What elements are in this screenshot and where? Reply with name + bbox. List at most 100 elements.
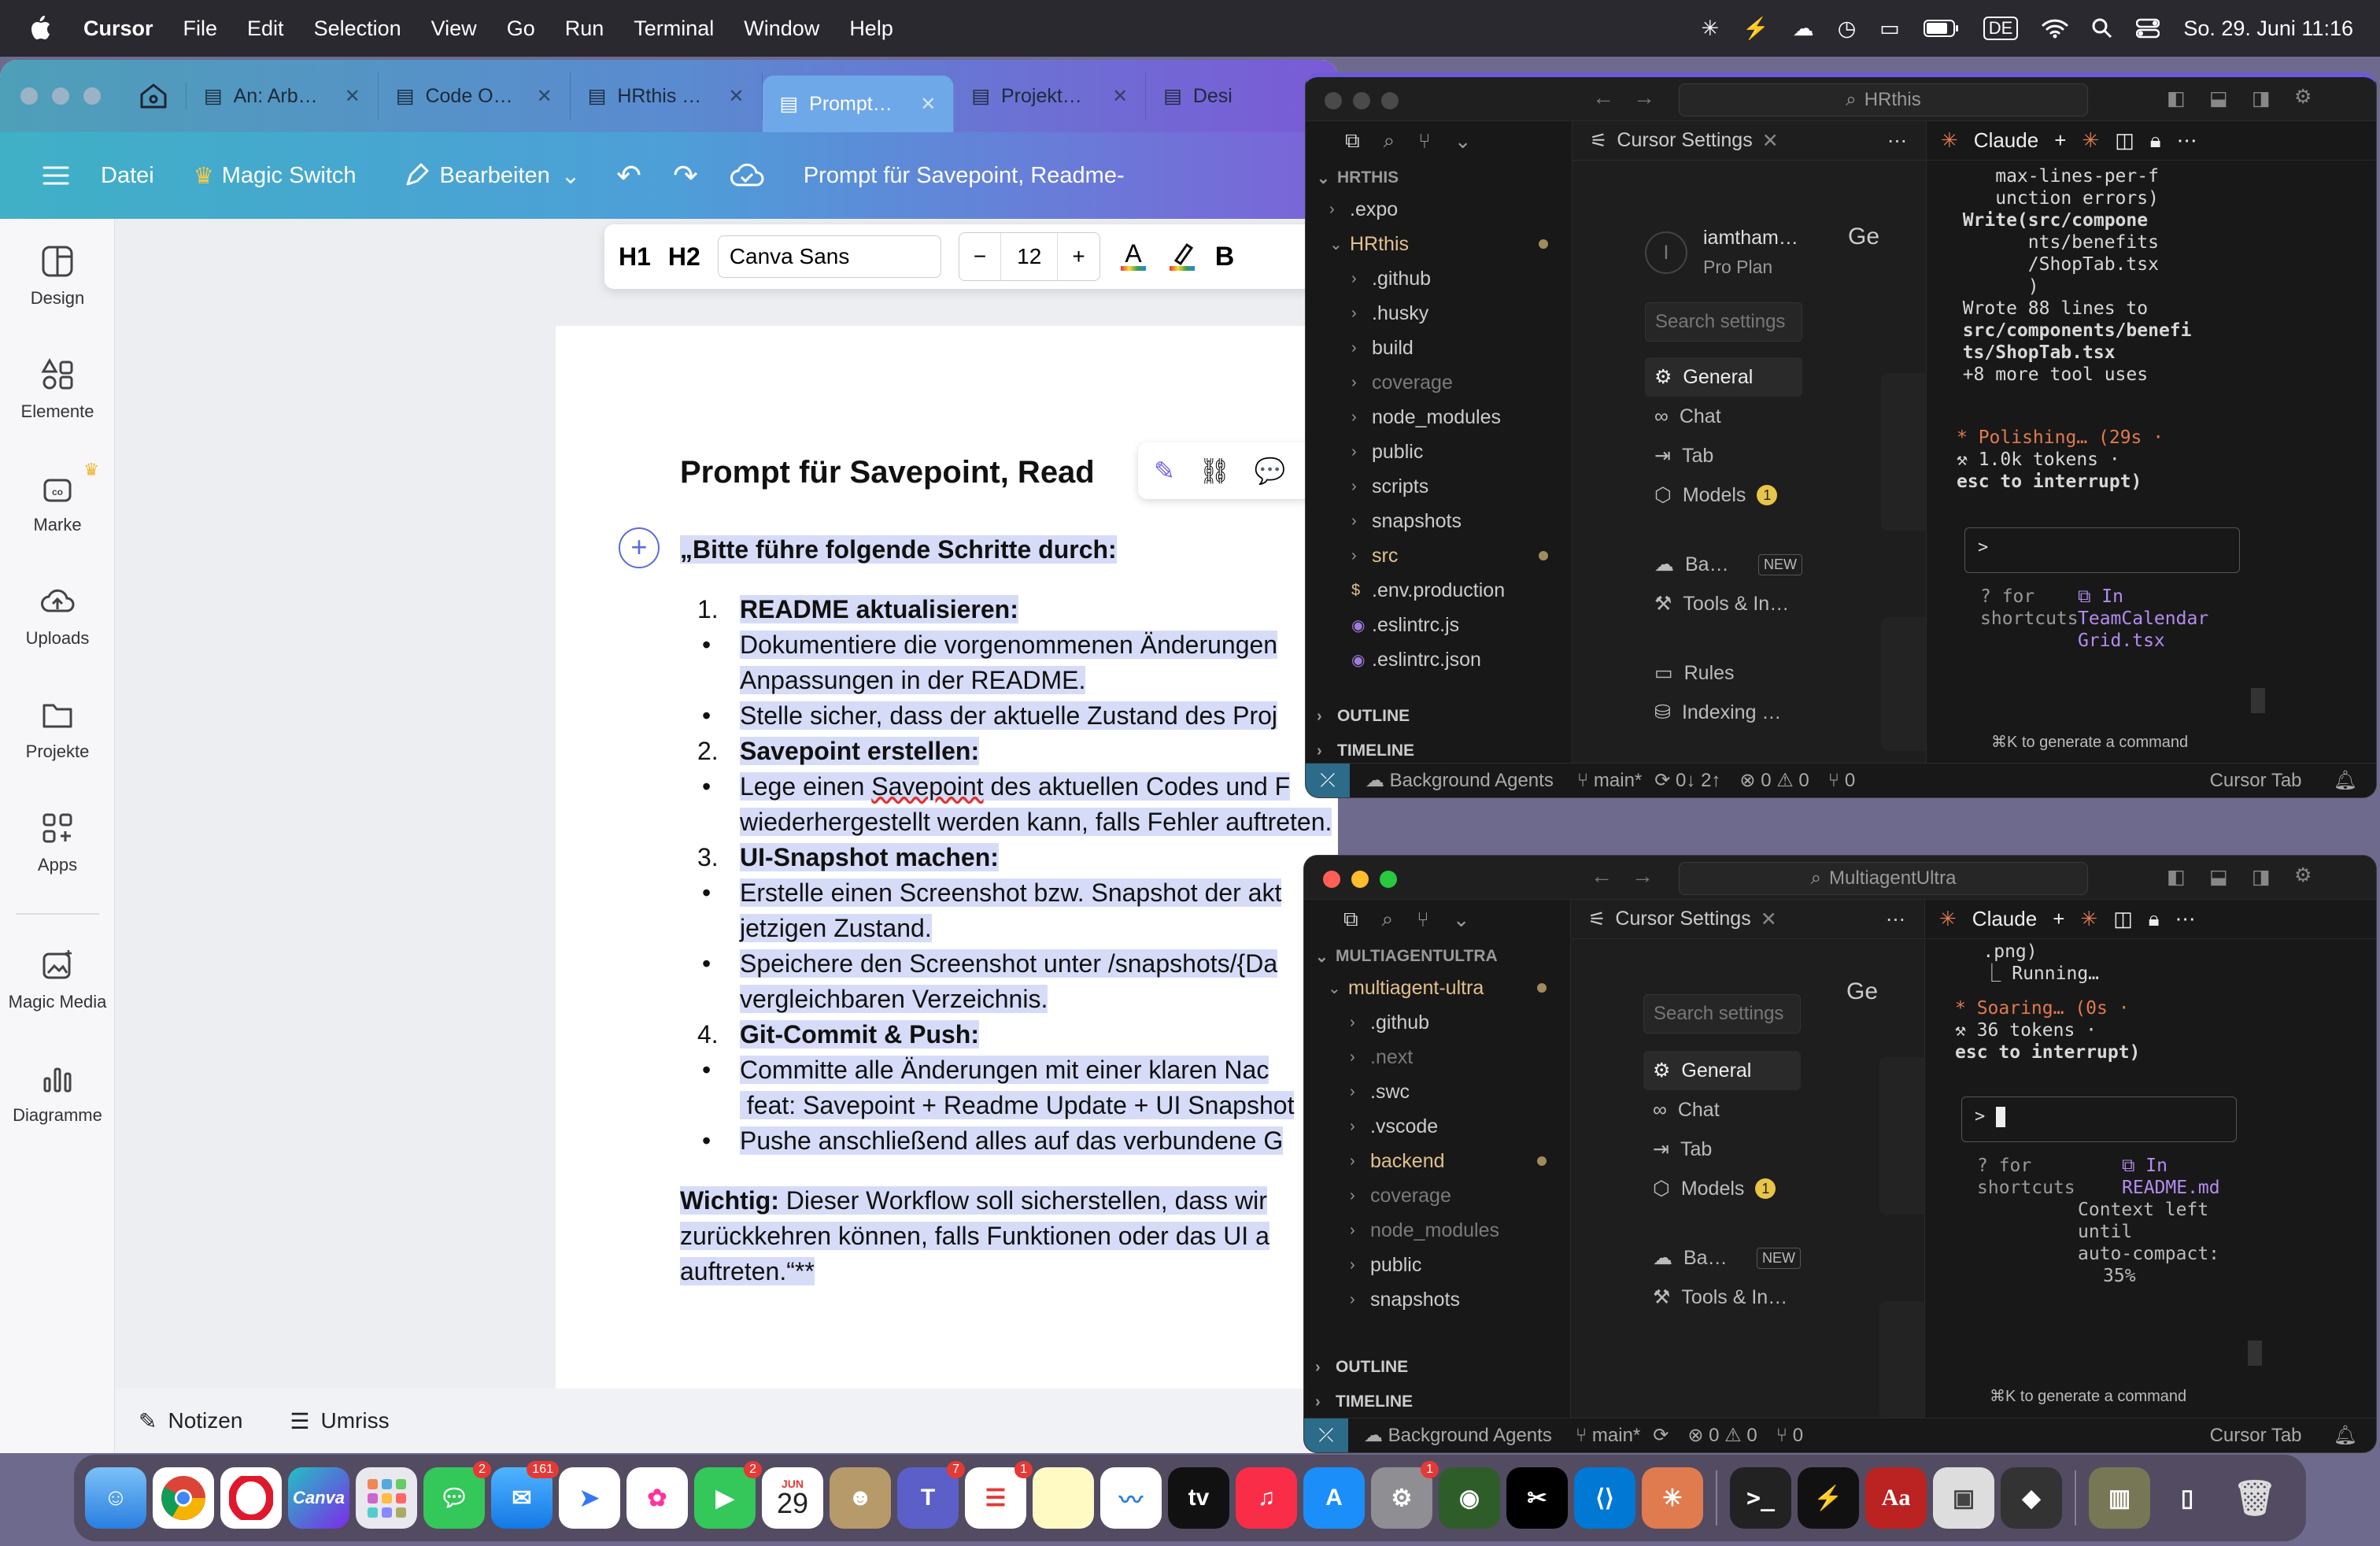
folder-stack-icon[interactable]: ▯	[2156, 1467, 2218, 1529]
settings-nav-item[interactable]: ∞ Chat	[1643, 1090, 1801, 1130]
contacts-icon[interactable]: ☻	[830, 1467, 891, 1529]
tree-item[interactable]: › .github	[1306, 261, 1572, 296]
app-store-icon[interactable]: A	[1303, 1467, 1365, 1529]
bell-icon[interactable]: 🔔︎	[2334, 1424, 2357, 1447]
close-icon[interactable]: ✕	[1761, 908, 1777, 931]
new-terminal-icon[interactable]: +	[2053, 907, 2064, 931]
dictionary-icon[interactable]: Aa	[1865, 1467, 1927, 1529]
more-options-icon[interactable]: ⋯	[2177, 128, 2197, 153]
hamburger-menu-icon[interactable]	[0, 165, 101, 186]
edit-mode-dropdown[interactable]: Bearbeiten	[440, 163, 550, 189]
note-line-1[interactable]: Wichtig: Dieser Workflow soll sicherstel…	[680, 1183, 1267, 1219]
zoom-window-button[interactable]	[1380, 871, 1397, 888]
command-center-search[interactable]: ⌕ MultiagentUltra	[1679, 862, 2088, 895]
capcut-icon[interactable]: ✂	[1506, 1467, 1568, 1529]
forward-arrow-icon[interactable]: →	[1633, 85, 1655, 110]
settings-tab[interactable]: ⚟ Cursor Settings ✕ ⋯	[1572, 121, 1926, 161]
chevron-down-icon[interactable]: ⌄	[1454, 129, 1472, 153]
settings-search-input[interactable]: Search settings	[1643, 994, 1801, 1034]
menu-terminal[interactable]: Terminal	[634, 17, 714, 41]
step-2-bullet-1b[interactable]: wiederhergestellt werden kann, falls Feh…	[740, 804, 1332, 840]
canva-tab-2[interactable]: ▤ Code O… ✕	[379, 72, 571, 120]
menu-view[interactable]: View	[431, 17, 477, 41]
cursor-tab-item[interactable]: Cursor Tab	[2210, 770, 2302, 792]
cloud-sync-icon[interactable]	[730, 163, 764, 188]
step-1-title[interactable]: README aktualisieren:	[740, 592, 1018, 627]
decrease-font-size-button[interactable]: −	[959, 244, 1000, 269]
close-icon[interactable]: ✕	[728, 85, 744, 108]
bell-icon[interactable]: 🔔︎	[2334, 769, 2357, 792]
vscode-icon[interactable]: ⟨⟩	[1574, 1467, 1635, 1529]
split-icon[interactable]: ◫	[2113, 907, 2133, 931]
magic-switch-button[interactable]: Magic Switch	[222, 163, 357, 189]
tree-item[interactable]: › .github	[1304, 1005, 1570, 1040]
step-2-title[interactable]: Savepoint erstellen:	[740, 734, 980, 769]
redo-icon[interactable]: ↷	[673, 158, 698, 194]
close-icon[interactable]: ✕	[345, 85, 360, 108]
step-3-title[interactable]: UI-Snapshot machen:	[740, 840, 999, 875]
lock-icon[interactable]: 🔒︎	[2149, 907, 2160, 932]
search-icon[interactable]: ⌕	[1382, 907, 1394, 932]
minimize-window-button[interactable]	[1351, 871, 1369, 888]
explorer-icon[interactable]: ⧉	[1343, 907, 1358, 932]
sidebar-item-magic-media[interactable]: Magic Media	[0, 948, 115, 1012]
close-window-button[interactable]	[1325, 92, 1342, 109]
source-control-icon[interactable]: ⑂	[1418, 129, 1431, 153]
settings-nav-item[interactable]: ⚒ Tools & In…	[1645, 584, 1802, 623]
tree-item[interactable]: › .expo	[1306, 192, 1572, 227]
sidebar-item-elements[interactable]: Elemente	[0, 357, 115, 422]
tree-item[interactable]: ⌄ HRthis	[1306, 227, 1572, 261]
tree-item[interactable]: › public	[1304, 1248, 1570, 1282]
photos-icon[interactable]: ✿	[626, 1467, 688, 1529]
terminal-icon[interactable]: >_	[1730, 1467, 1791, 1529]
claude-tab[interactable]: ✳ Claude + ✳ ◫ 🔒︎ ⋯	[1925, 900, 2376, 939]
more-options-icon[interactable]: ⋯	[1887, 129, 1907, 153]
minimize-window-button[interactable]	[1353, 92, 1370, 109]
tree-item[interactable]: › coverage	[1306, 365, 1572, 400]
settings-nav-item[interactable]: ⬡ Models 1	[1643, 1169, 1801, 1208]
more-options-icon[interactable]: ⋯	[2175, 907, 2196, 931]
bold-button[interactable]: B	[1215, 242, 1235, 272]
command-center-search[interactable]: ⌕ HRthis	[1679, 83, 2088, 117]
claude-tab[interactable]: ✳ Claude + ✳ ◫ 🔒︎ ⋯	[1927, 121, 2376, 161]
step-1-bullet-2[interactable]: Stelle sicher, dass der aktuelle Zustand…	[740, 698, 1278, 734]
wifi-icon[interactable]	[2042, 18, 2068, 39]
battery-icon[interactable]	[1923, 20, 1960, 37]
maps-icon[interactable]: ➤	[559, 1467, 620, 1529]
menu-help[interactable]: Help	[849, 17, 893, 41]
tree-item[interactable]: › coverage	[1304, 1178, 1570, 1213]
highlight-color-icon[interactable]	[1166, 240, 1198, 273]
tree-item[interactable]: › snapshots	[1306, 504, 1572, 538]
menu-app-name[interactable]: Cursor	[83, 17, 153, 41]
source-control-icon[interactable]: ⑂	[1417, 908, 1429, 932]
tree-item[interactable]: › .vscode	[1304, 1109, 1570, 1144]
explorer-root[interactable]: ⌄ HRTHIS	[1306, 164, 1572, 192]
settings-nav-item[interactable]: ⚙ General	[1645, 357, 1802, 397]
close-window-button[interactable]	[1323, 871, 1340, 888]
menu-file[interactable]: File	[183, 17, 218, 41]
tree-item[interactable]: › node_modules	[1304, 1213, 1570, 1248]
tree-item[interactable]: ⌄ multiagent-ultra	[1304, 971, 1570, 1005]
tree-item[interactable]: $ .env.production	[1306, 573, 1572, 608]
trash-icon[interactable]: 🗑︎	[2224, 1467, 2286, 1529]
timeline-section[interactable]: › TIMELINE	[1304, 1385, 1570, 1419]
settings-nav-item[interactable]: ☁ Ba… NEW	[1643, 1238, 1801, 1278]
menu-run[interactable]: Run	[565, 17, 604, 41]
forward-arrow-icon[interactable]: →	[1632, 864, 1654, 889]
settings-nav-item[interactable]: ⛁ Indexing …	[1645, 693, 1802, 732]
magic-write-icon[interactable]: ✎	[1154, 456, 1175, 486]
settings-nav-item[interactable]: ▭ Rules	[1645, 653, 1802, 693]
heading-2-button[interactable]: H2	[668, 242, 700, 272]
toggle-sidebar-icon[interactable]: ◧	[2167, 865, 2186, 889]
toggle-panel-icon[interactable]: ⬓	[2209, 865, 2228, 889]
canva-tab-1[interactable]: ▤ An: Arb… ✕	[187, 72, 379, 120]
toggle-panel-icon[interactable]: ⬓	[2209, 87, 2228, 110]
teams-icon[interactable]: T7	[897, 1461, 965, 1529]
menu-window[interactable]: Window	[744, 17, 819, 41]
sync-icon[interactable]: ⟳	[1653, 1424, 1669, 1447]
close-icon[interactable]: ✕	[1112, 85, 1128, 108]
claude-status-icon[interactable]: ✳	[1701, 17, 1719, 41]
step-1-bullet-1b[interactable]: Anpassungen in der README.	[740, 663, 1086, 698]
sidebar-item-projects[interactable]: Projekte	[0, 697, 115, 762]
launchpad-icon[interactable]	[356, 1467, 417, 1529]
